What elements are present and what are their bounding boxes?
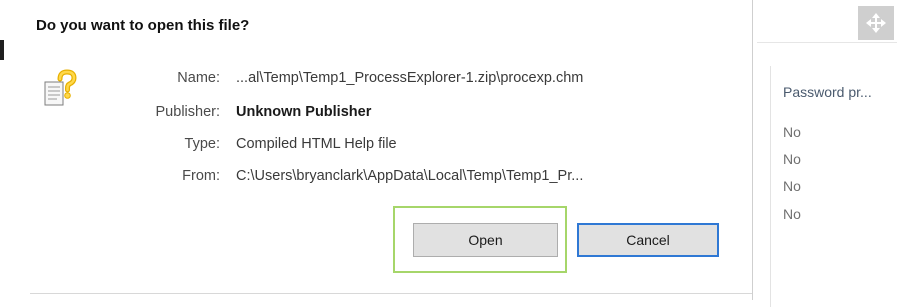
screen: Password pr... No No No No Do you want t… xyxy=(0,0,897,307)
from-label: From: xyxy=(182,168,220,184)
file-type-value: Compiled HTML Help file xyxy=(236,136,397,152)
name-label: Name: xyxy=(177,70,220,86)
column-divider xyxy=(770,66,771,307)
dialog-title: Do you want to open this file? xyxy=(36,17,250,34)
dialog-footer-divider xyxy=(30,293,752,294)
move-button[interactable] xyxy=(858,6,894,40)
list-item[interactable]: No xyxy=(783,124,801,140)
type-label: Type: xyxy=(184,136,220,152)
open-button[interactable]: Open xyxy=(413,223,558,257)
list-item[interactable]: No xyxy=(783,151,801,167)
window-edge xyxy=(0,40,4,60)
column-header-password-protected[interactable]: Password pr... xyxy=(783,84,872,100)
file-name-value: ...al\Temp\Temp1_ProcessExplorer-1.zip\p… xyxy=(236,70,584,86)
open-file-security-dialog: Do you want to open this file? Name: ...… xyxy=(0,0,753,300)
list-item[interactable]: No xyxy=(783,206,801,222)
publisher-value: Unknown Publisher xyxy=(236,104,372,120)
move-arrows-icon xyxy=(865,12,887,34)
source-path-value: C:\Users\bryanclark\AppData\Local\Temp\T… xyxy=(236,168,584,184)
background-explorer-window: Password pr... No No No No xyxy=(757,0,897,307)
cancel-button[interactable]: Cancel xyxy=(577,223,719,257)
list-item[interactable]: No xyxy=(783,178,801,194)
publisher-label: Publisher: xyxy=(155,104,220,120)
